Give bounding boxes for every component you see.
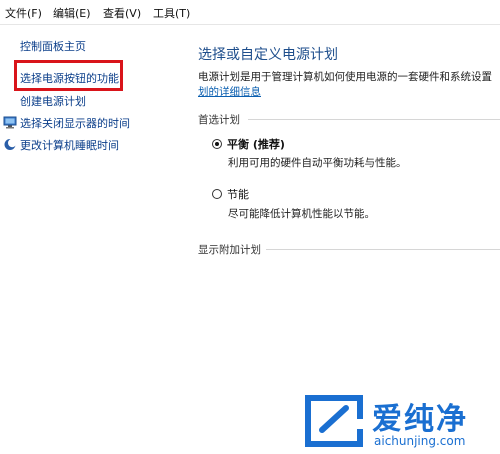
description-text: 电源计划是用于管理计算机如何使用电源的一套硬件和系统设置 <box>198 71 492 83</box>
menu-tools[interactable]: 工具(T) <box>153 5 190 21</box>
plan-power-saver-description: 尽可能降低计算机性能以节能。 <box>228 208 375 220</box>
plan-balanced-radio[interactable] <box>212 139 222 149</box>
sidebar-item-label: 更改计算机睡眠时间 <box>20 139 119 152</box>
sidebar-item-control-panel-home[interactable]: 控制面板主页 <box>20 38 86 54</box>
menu-view[interactable]: 查看(V) <box>103 5 141 21</box>
watermark-brand: 爱纯净 <box>372 402 468 437</box>
menu-file[interactable]: 文件(F) <box>5 5 42 21</box>
watermark: 爱纯净 aichunjing.com <box>302 392 498 452</box>
details-link[interactable]: 划的详细信息 <box>198 84 261 99</box>
sidebar-item-label: 选择关闭显示器的时间 <box>20 117 130 130</box>
preferred-plans-label: 首选计划 <box>198 114 240 126</box>
watermark-site: aichunjing.com <box>374 434 466 448</box>
plan-balanced-name[interactable]: 平衡 (推荐) <box>227 136 285 152</box>
menu-bar: 文件(F) 编辑(E) 查看(V) 工具(T) <box>0 0 500 25</box>
section-divider <box>266 249 500 250</box>
sidebar-item-display-off-time[interactable]: 选择关闭显示器的时间 <box>3 115 130 132</box>
plan-balanced-description: 利用可用的硬件自动平衡功耗与性能。 <box>228 157 407 169</box>
menu-edit[interactable]: 编辑(E) <box>53 5 91 21</box>
section-divider <box>248 119 500 120</box>
moon-icon <box>3 138 17 154</box>
show-additional-plans-label[interactable]: 显示附加计划 <box>198 242 261 257</box>
plan-power-saver-name[interactable]: 节能 <box>227 186 249 202</box>
sidebar-item-create-power-plan[interactable]: 创建电源计划 <box>20 93 86 109</box>
sidebar-item-sleep-time[interactable]: 更改计算机睡眠时间 <box>3 137 119 154</box>
highlight-box <box>14 60 123 91</box>
page-title: 选择或自定义电源计划 <box>198 47 338 63</box>
plan-power-saver-radio[interactable] <box>212 189 222 199</box>
monitor-icon <box>3 116 17 132</box>
watermark-logo-icon <box>305 395 363 447</box>
